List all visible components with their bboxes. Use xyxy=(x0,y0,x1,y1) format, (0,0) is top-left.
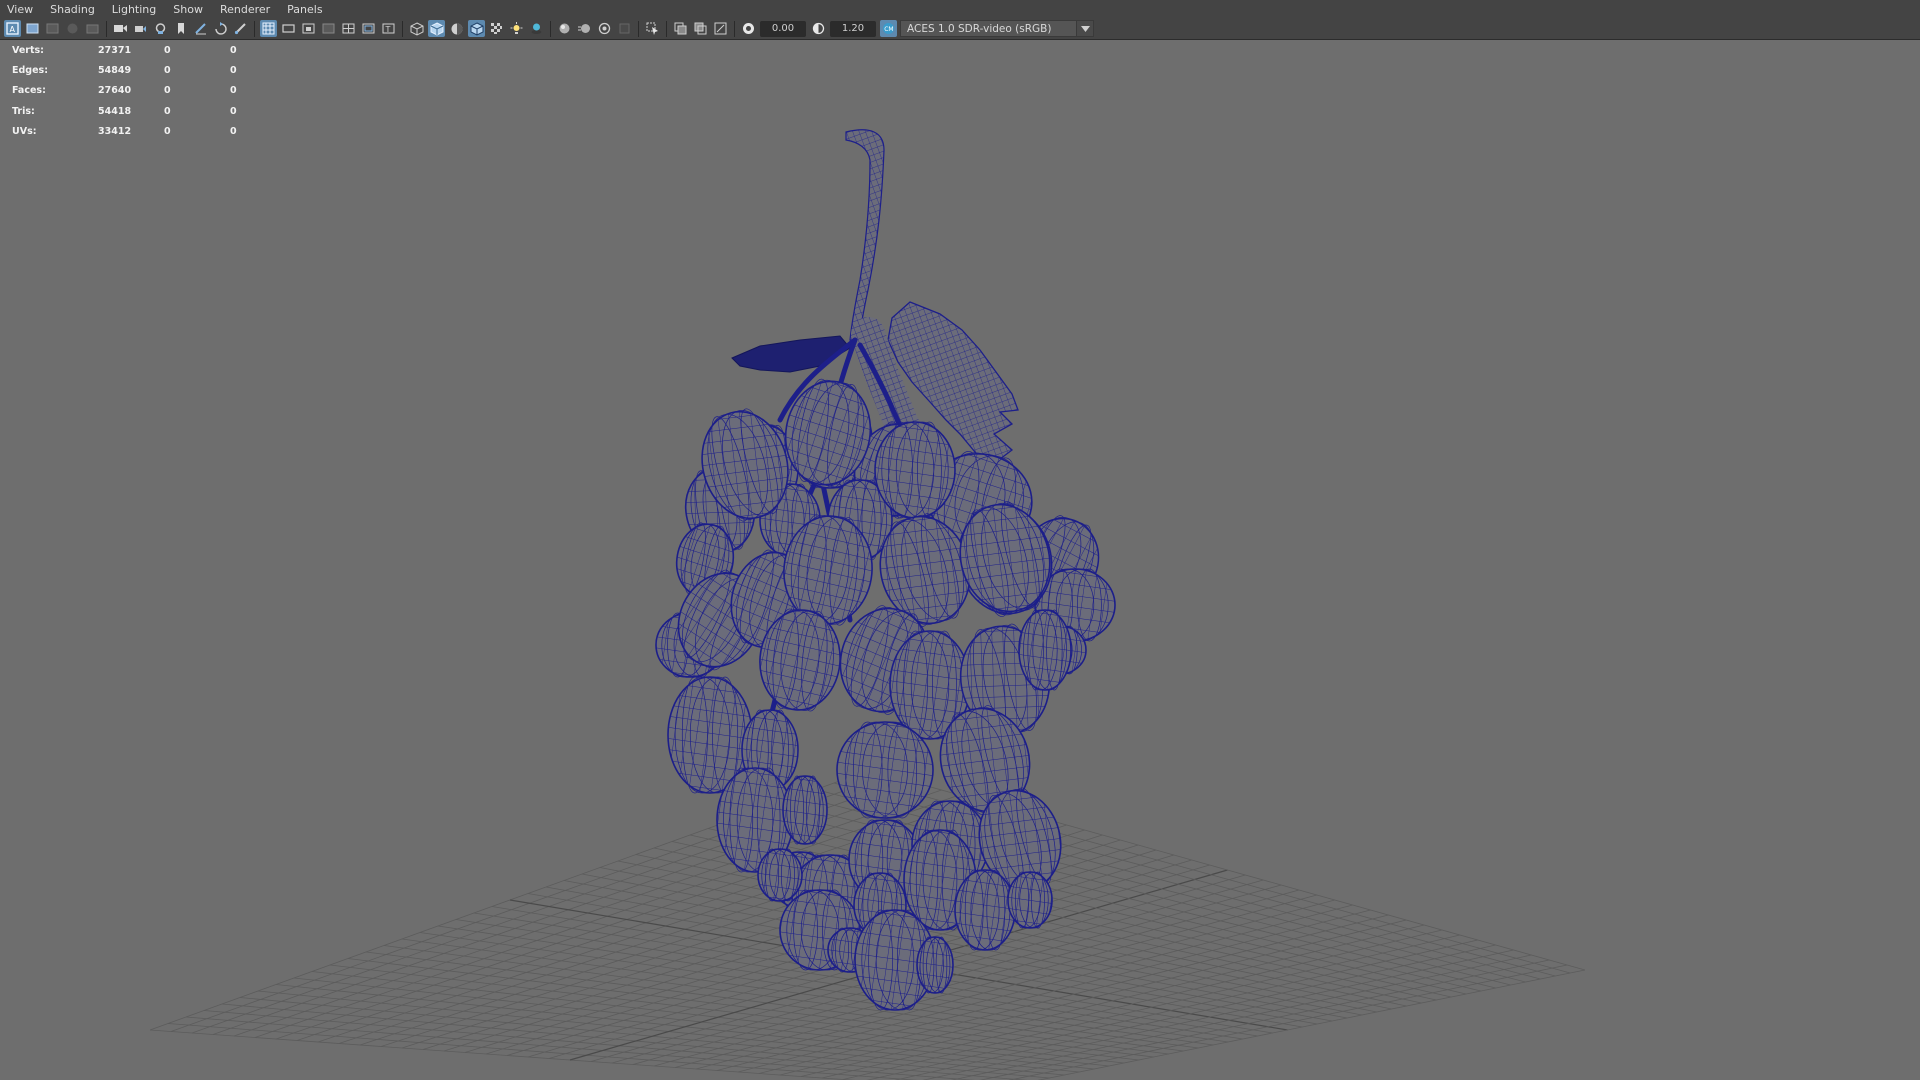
rotate-view-icon[interactable] xyxy=(212,20,229,37)
wireframe-shading-icon[interactable] xyxy=(408,20,425,37)
menu-lighting[interactable]: Lighting xyxy=(105,3,166,16)
lock-camera-icon[interactable] xyxy=(132,20,149,37)
grid-toggle-icon[interactable] xyxy=(260,20,277,37)
grid-line xyxy=(1008,964,1568,1080)
grid-line xyxy=(922,949,1514,1080)
resolution-gate-icon[interactable] xyxy=(300,20,317,37)
panel-toolbar: A T 0.00 1.20 CM ACES 1.0 SDR-video (sRG… xyxy=(0,18,1920,40)
field-chart-icon[interactable] xyxy=(340,20,357,37)
xray-components-icon[interactable] xyxy=(712,20,729,37)
gamma-field[interactable]: 1.20 xyxy=(830,20,876,37)
toolbar-divider xyxy=(254,20,255,37)
menu-renderer[interactable]: Renderer xyxy=(213,3,280,16)
ambient-occlusion-icon[interactable] xyxy=(556,20,573,37)
toolbar-divider xyxy=(402,20,403,37)
isolate-select-icon[interactable] xyxy=(644,20,661,37)
toolbar-divider xyxy=(550,20,551,37)
toolbar-divider xyxy=(666,20,667,37)
film-gate-icon[interactable] xyxy=(280,20,297,37)
wireframe-on-shaded-icon[interactable] xyxy=(468,20,485,37)
svg-text:A: A xyxy=(10,25,16,34)
xray-icon[interactable] xyxy=(672,20,689,37)
bookmarks-icon[interactable] xyxy=(44,20,61,37)
grape-berries xyxy=(655,378,1116,1011)
toolbar-divider xyxy=(734,20,735,37)
motion-blur-icon[interactable] xyxy=(576,20,593,37)
paint-brush-icon[interactable] xyxy=(232,20,249,37)
color-management-icon[interactable]: CM xyxy=(880,20,897,37)
select-camera-icon[interactable]: A xyxy=(4,20,21,37)
svg-text:CM: CM xyxy=(884,26,893,33)
menu-shading[interactable]: Shading xyxy=(43,3,105,16)
anti-aliasing-icon[interactable] xyxy=(596,20,613,37)
camera-attributes-icon[interactable] xyxy=(24,20,41,37)
bookmark-flag-icon[interactable] xyxy=(172,20,189,37)
svg-text:T: T xyxy=(385,25,391,34)
xray-joints-icon[interactable] xyxy=(692,20,709,37)
safe-title-icon[interactable]: T xyxy=(380,20,397,37)
color-management-dropdown[interactable]: ACES 1.0 SDR-video (sRGB) xyxy=(900,20,1094,37)
depth-of-field-icon[interactable] xyxy=(616,20,633,37)
exposure-field[interactable]: 0.00 xyxy=(760,20,806,37)
color-management-label: ACES 1.0 SDR-video (sRGB) xyxy=(907,22,1052,35)
toolbar-divider xyxy=(106,20,107,37)
safe-action-icon[interactable] xyxy=(360,20,377,37)
default-material-icon[interactable] xyxy=(448,20,465,37)
viewport-scene[interactable] xyxy=(0,41,1920,1080)
textured-icon[interactable] xyxy=(488,20,505,37)
stem-wireframe xyxy=(846,129,884,340)
image-plane-icon[interactable] xyxy=(64,20,81,37)
grape-berry-wireframe xyxy=(837,722,933,818)
small-dark-leaf[interactable] xyxy=(731,335,851,373)
exposure-icon[interactable] xyxy=(740,20,757,37)
shadows-icon[interactable] xyxy=(528,20,545,37)
camera-bookmark-icon[interactable] xyxy=(152,20,169,37)
maya-viewport-panel: View Shading Lighting Show Renderer Pane… xyxy=(0,0,1920,1080)
grape-berry-wireframe xyxy=(875,422,955,518)
grape-bunch-model[interactable] xyxy=(655,129,1116,1011)
menu-show[interactable]: Show xyxy=(166,3,213,16)
chevron-down-icon[interactable] xyxy=(1076,21,1093,36)
two-d-pan-zoom-icon[interactable] xyxy=(84,20,101,37)
grease-pencil-icon[interactable] xyxy=(192,20,209,37)
camera-icon[interactable] xyxy=(112,20,129,37)
gamma-icon[interactable] xyxy=(810,20,827,37)
panel-menu-bar: View Shading Lighting Show Renderer Pane… xyxy=(0,0,1920,18)
menu-view[interactable]: View xyxy=(0,3,43,16)
use-all-lights-icon[interactable] xyxy=(508,20,525,37)
grid-line xyxy=(1037,969,1586,1080)
toolbar-divider xyxy=(638,20,639,37)
3d-viewport[interactable] xyxy=(0,41,1920,1080)
grid-line xyxy=(149,1029,856,1080)
smooth-shade-icon[interactable] xyxy=(428,20,445,37)
gate-mask-icon[interactable] xyxy=(320,20,337,37)
menu-panels[interactable]: Panels xyxy=(280,3,332,16)
